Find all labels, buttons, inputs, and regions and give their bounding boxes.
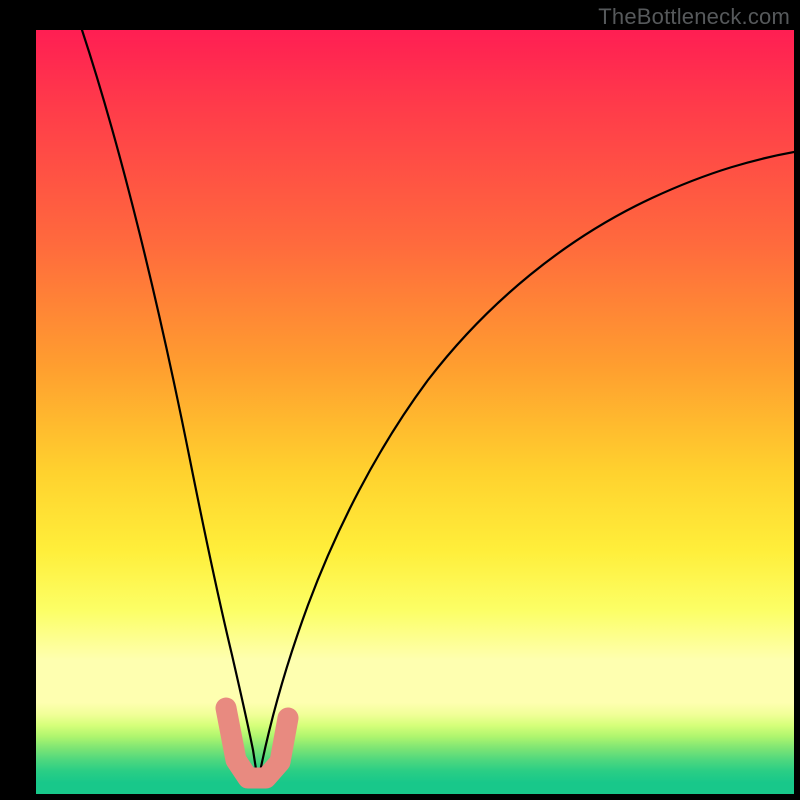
- curve-right-branch: [258, 150, 794, 782]
- curve-left-branch: [80, 30, 258, 782]
- chart-frame: TheBottleneck.com: [0, 0, 800, 800]
- plot-area: [36, 30, 794, 794]
- watermark-text: TheBottleneck.com: [598, 4, 790, 30]
- optimal-range-highlight: [226, 708, 288, 778]
- curve-layer: [36, 30, 794, 794]
